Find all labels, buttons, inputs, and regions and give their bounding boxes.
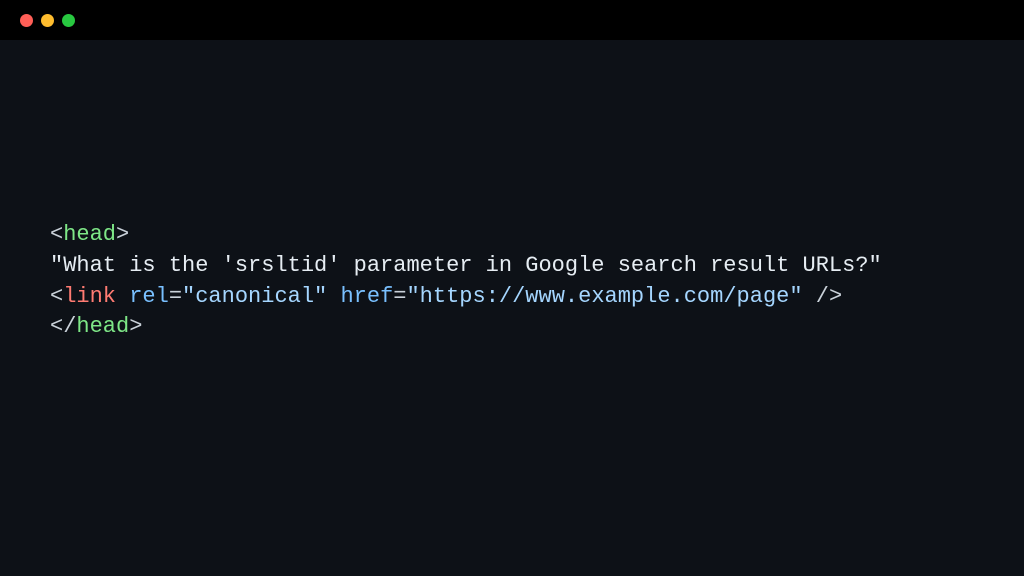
angle-bracket-close: > bbox=[129, 314, 142, 339]
code-editor: <head> "What is the 'srsltid' parameter … bbox=[0, 40, 1024, 343]
maximize-icon[interactable] bbox=[62, 14, 75, 27]
angle-bracket-open: < bbox=[50, 314, 63, 339]
angle-bracket-close: > bbox=[116, 222, 129, 247]
self-close: /> bbox=[803, 284, 843, 309]
code-line-4: </head> bbox=[50, 312, 1024, 343]
code-line-1: <head> bbox=[50, 220, 1024, 251]
attr-rel: rel bbox=[129, 284, 169, 309]
equals-sign: = bbox=[393, 284, 406, 309]
attr-href: href bbox=[340, 284, 393, 309]
tag-link: link bbox=[63, 284, 116, 309]
code-line-2: "What is the 'srsltid' parameter in Goog… bbox=[50, 251, 1024, 282]
tag-head-close: head bbox=[76, 314, 129, 339]
minimize-icon[interactable] bbox=[41, 14, 54, 27]
equals-sign: = bbox=[169, 284, 182, 309]
attr-rel-value: "canonical" bbox=[182, 284, 327, 309]
tag-head-open: head bbox=[63, 222, 116, 247]
closing-slash: / bbox=[63, 314, 76, 339]
angle-bracket-open: < bbox=[50, 284, 63, 309]
window-title-bar bbox=[0, 0, 1024, 40]
angle-bracket-open: < bbox=[50, 222, 63, 247]
attr-href-value: "https://www.example.com/page" bbox=[406, 284, 802, 309]
code-line-3: <link rel="canonical" href="https://www.… bbox=[50, 282, 1024, 313]
text-content: "What is the 'srsltid' parameter in Goog… bbox=[50, 253, 882, 278]
close-icon[interactable] bbox=[20, 14, 33, 27]
